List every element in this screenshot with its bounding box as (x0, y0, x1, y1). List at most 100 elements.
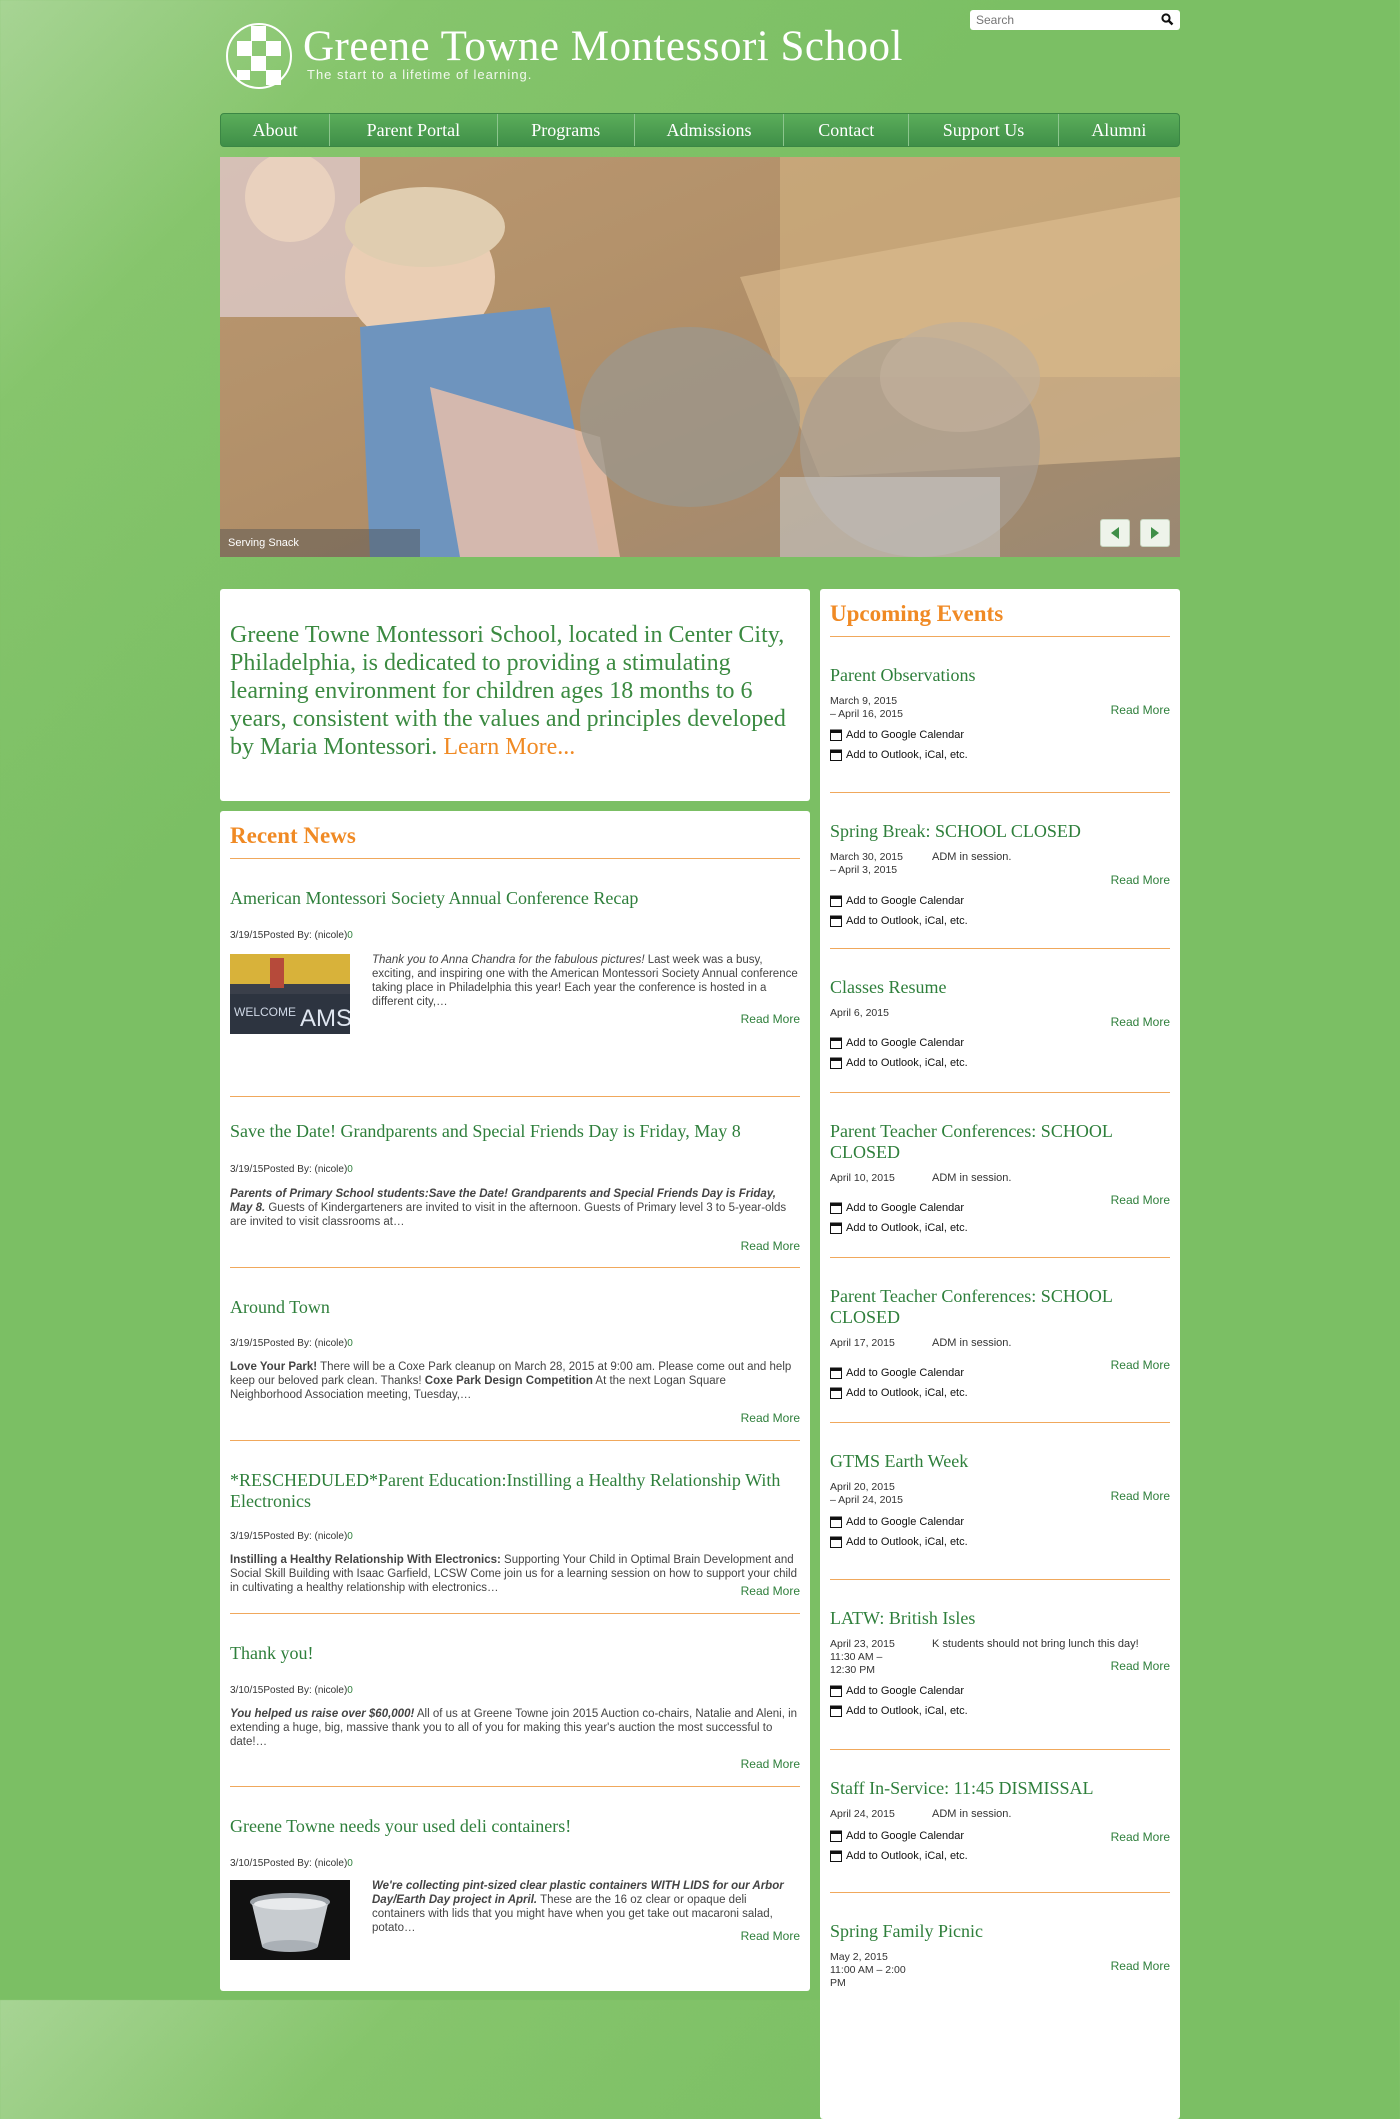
google-calendar-label: Add to Google Calendar (846, 1516, 965, 1528)
add-google-calendar-link[interactable]: Add to Google Calendar (830, 1367, 964, 1379)
news-read-more[interactable]: Read More (741, 1411, 800, 1425)
calendar-icon (830, 749, 842, 761)
news-thumbnail-image[interactable] (230, 1880, 350, 1960)
learn-more-link[interactable]: Learn More... (443, 734, 575, 760)
slideshow-photo (220, 157, 1180, 557)
event-title[interactable]: Spring Break: SCHOOL CLOSED (830, 821, 1081, 842)
news-item-title[interactable]: Save the Date! Grandparents and Special … (230, 1121, 741, 1142)
news-excerpt-lead: You helped us raise over $60,000! (230, 1708, 415, 1720)
event-title[interactable]: Staff In-Service: 11:45 DISMISSAL (830, 1778, 1093, 1799)
event-read-more[interactable]: Read More (1111, 1659, 1170, 1673)
search-icon[interactable] (1160, 12, 1175, 27)
nav-programs[interactable]: Programs (498, 114, 635, 146)
add-google-calendar-link[interactable]: Add to Google Calendar (830, 729, 964, 741)
event-read-more[interactable]: Read More (1111, 1830, 1170, 1844)
site-header: Greene Towne Montessori School The start… (220, 0, 1180, 113)
comment-count[interactable]: 0 (347, 1338, 353, 1349)
news-read-more[interactable]: Read More (741, 1239, 800, 1253)
news-excerpt: You helped us raise over $60,000! All of… (230, 1707, 800, 1749)
nav-contact[interactable]: Contact (784, 114, 910, 146)
news-excerpt-body: Guests of Kindergarteners are invited to… (230, 1202, 787, 1228)
event-title[interactable]: Spring Family Picnic (830, 1921, 983, 1942)
add-google-calendar-link[interactable]: Add to Google Calendar (830, 1685, 964, 1697)
comment-count[interactable]: 0 (347, 1858, 353, 1869)
event-title[interactable]: LATW: British Isles (830, 1608, 975, 1629)
event-item: GTMS Earth Week April 20, 2015– April 24… (830, 1423, 1170, 1580)
news-item: American Montessori Society Annual Confe… (230, 859, 800, 1097)
comment-count[interactable]: 0 (347, 1685, 353, 1696)
event-item: Staff In-Service: 11:45 DISMISSAL April … (830, 1750, 1170, 1893)
event-read-more[interactable]: Read More (1111, 1489, 1170, 1503)
event-read-more[interactable]: Read More (1111, 1193, 1170, 1207)
search-input[interactable] (970, 10, 1162, 30)
google-calendar-label: Add to Google Calendar (846, 1202, 965, 1214)
event-read-more[interactable]: Read More (1111, 1015, 1170, 1029)
svg-text:AMS: AMS (300, 1005, 350, 1032)
news-meta-text: 3/19/15Posted By: (nicole) (230, 930, 348, 941)
news-item-title[interactable]: Around Town (230, 1297, 330, 1318)
slide-prev-button[interactable] (1100, 519, 1130, 547)
school-logo-icon[interactable] (225, 22, 293, 90)
add-outlook-calendar-link[interactable]: Add to Outlook, iCal, etc. (830, 1057, 968, 1069)
news-excerpt-lead-2: Coxe Park Design Competition (424, 1375, 593, 1387)
news-item-title[interactable]: Greene Towne needs your used deli contai… (230, 1816, 571, 1837)
nav-alumni[interactable]: Alumni (1059, 114, 1179, 146)
calendar-icon (830, 1850, 842, 1862)
event-date: March 9, 2015– April 16, 2015 (830, 695, 903, 721)
nav-admissions[interactable]: Admissions (635, 114, 785, 146)
comment-count[interactable]: 0 (347, 1164, 353, 1175)
add-google-calendar-link[interactable]: Add to Google Calendar (830, 1830, 964, 1842)
recent-news-title: Recent News (230, 823, 800, 859)
event-read-more[interactable]: Read More (1111, 873, 1170, 887)
news-item-title[interactable]: Thank you! (230, 1643, 313, 1664)
add-outlook-calendar-link[interactable]: Add to Outlook, iCal, etc. (830, 749, 968, 761)
add-outlook-calendar-link[interactable]: Add to Outlook, iCal, etc. (830, 1705, 968, 1717)
event-title[interactable]: Parent Teacher Conferences: SCHOOL CLOSE… (830, 1286, 1160, 1328)
news-meta-text: 3/19/15Posted By: (nicole) (230, 1164, 348, 1175)
comment-count[interactable]: 0 (347, 1531, 353, 1542)
news-excerpt-lead: Love Your Park! (230, 1361, 318, 1373)
news-read-more[interactable]: Read More (741, 1757, 800, 1771)
add-outlook-calendar-link[interactable]: Add to Outlook, iCal, etc. (830, 1222, 968, 1234)
add-google-calendar-link[interactable]: Add to Google Calendar (830, 1516, 964, 1528)
news-item-title[interactable]: *RESCHEDULED*Parent Education:Instilling… (230, 1470, 800, 1512)
event-date: April 17, 2015 (830, 1337, 895, 1350)
event-title[interactable]: Parent Teacher Conferences: SCHOOL CLOSE… (830, 1121, 1160, 1163)
news-excerpt: Instilling a Healthy Relationship With E… (230, 1553, 800, 1595)
add-outlook-calendar-link[interactable]: Add to Outlook, iCal, etc. (830, 915, 968, 927)
nav-support-us[interactable]: Support Us (909, 114, 1059, 146)
news-thumbnail-image[interactable]: WELCOME AMS (230, 954, 350, 1034)
add-outlook-calendar-link[interactable]: Add to Outlook, iCal, etc. (830, 1850, 968, 1862)
add-outlook-calendar-link[interactable]: Add to Outlook, iCal, etc. (830, 1536, 968, 1548)
event-title[interactable]: Parent Observations (830, 665, 975, 686)
event-read-more[interactable]: Read More (1111, 1358, 1170, 1372)
nav-about[interactable]: About (221, 114, 331, 146)
event-title[interactable]: GTMS Earth Week (830, 1451, 968, 1472)
add-google-calendar-link[interactable]: Add to Google Calendar (830, 895, 964, 907)
news-read-more[interactable]: Read More (741, 1584, 800, 1598)
google-calendar-label: Add to Google Calendar (846, 1830, 965, 1842)
add-google-calendar-link[interactable]: Add to Google Calendar (830, 1037, 964, 1049)
slide-next-button[interactable] (1140, 519, 1170, 547)
event-read-more[interactable]: Read More (1111, 703, 1170, 717)
event-read-more[interactable]: Read More (1111, 1959, 1170, 1973)
news-item-meta: 3/19/15Posted By: (nicole)0 (230, 1338, 353, 1349)
news-read-more[interactable]: Read More (741, 1012, 800, 1026)
news-meta-text: 3/19/15Posted By: (nicole) (230, 1531, 348, 1542)
event-item: Parent Observations March 9, 2015– April… (830, 637, 1170, 793)
news-read-more[interactable]: Read More (741, 1929, 800, 1943)
event-date: April 20, 2015– April 24, 2015 (830, 1481, 903, 1507)
site-tagline: The start to a lifetime of learning. (307, 67, 533, 82)
calendar-icon (830, 1830, 842, 1842)
add-outlook-calendar-link[interactable]: Add to Outlook, iCal, etc. (830, 1387, 968, 1399)
calendar-icon (830, 1037, 842, 1049)
news-item-title[interactable]: American Montessori Society Annual Confe… (230, 888, 638, 909)
outlook-calendar-label: Add to Outlook, iCal, etc. (846, 749, 968, 761)
slide-caption: Serving Snack (220, 529, 420, 557)
event-title[interactable]: Classes Resume (830, 977, 947, 998)
comment-count[interactable]: 0 (347, 930, 353, 941)
add-google-calendar-link[interactable]: Add to Google Calendar (830, 1202, 964, 1214)
event-date-end: – April 3, 2015 (830, 864, 898, 876)
nav-parent-portal[interactable]: Parent Portal (330, 114, 498, 146)
site-title[interactable]: Greene Towne Montessori School (303, 22, 903, 71)
